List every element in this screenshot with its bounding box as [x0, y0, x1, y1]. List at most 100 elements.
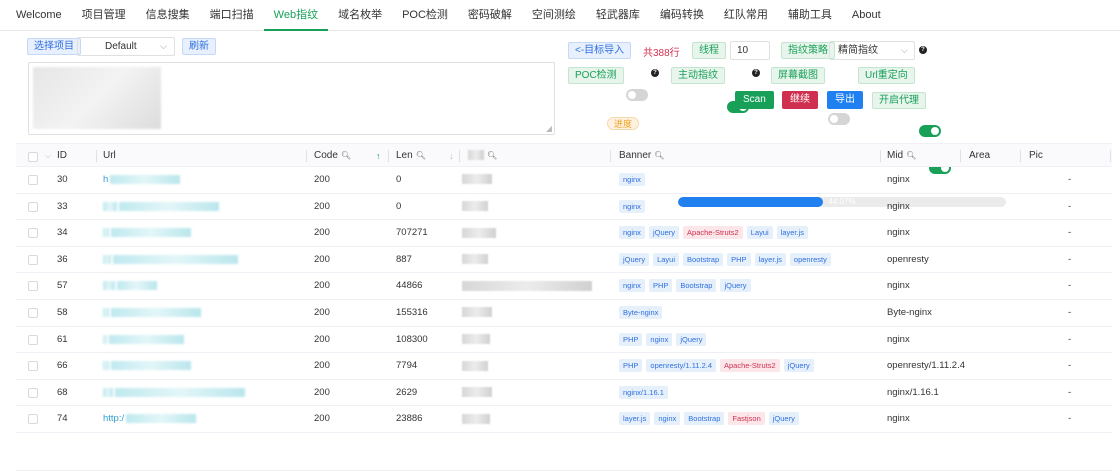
cell-url[interactable]: [103, 327, 184, 353]
row-checkbox[interactable]: [28, 387, 38, 398]
cell-len: 0: [396, 200, 402, 212]
banner-tag: layer.js: [776, 226, 809, 240]
cell-url[interactable]: [103, 273, 157, 299]
table-bottom-divider: [16, 470, 1112, 471]
cell-title-redacted: [462, 247, 488, 273]
row-checkbox[interactable]: [28, 281, 38, 292]
cell-len: 7794: [396, 360, 418, 372]
poc-toggle[interactable]: [626, 89, 648, 101]
search-icon: 🔍︎: [654, 151, 665, 160]
column-url[interactable]: Url: [103, 144, 116, 168]
results-table: ⌵ ID Url Code 🔍︎ ↑ Len 🔍︎ ↓ 🔍︎ Banner 🔍︎ Mi…: [16, 143, 1112, 433]
nav-tab-6[interactable]: POC检测: [392, 0, 458, 31]
column-pic[interactable]: Pic: [1029, 144, 1043, 168]
banner-tag: layer.js: [754, 252, 786, 266]
nav-tab-9[interactable]: 轻武器库: [586, 0, 650, 31]
column-len[interactable]: Len 🔍︎: [396, 144, 426, 168]
row-checkbox[interactable]: [28, 414, 38, 425]
row-checkbox[interactable]: [28, 307, 38, 318]
nav-tab-13[interactable]: About: [842, 0, 891, 31]
banner-tag: nginx: [619, 279, 645, 293]
nav-tab-1[interactable]: 项目管理: [72, 0, 136, 31]
table-row[interactable]: 33 200 0 nginx nginx -: [16, 194, 1112, 221]
help-icon[interactable]: ?: [651, 69, 659, 77]
nav-tab-10[interactable]: 编码转换: [650, 0, 714, 31]
table-row[interactable]: 57 200 44866 nginx PHP Bootstrap jQuery nginx -: [16, 273, 1112, 300]
banner-tag: openresty: [789, 252, 831, 266]
help-icon[interactable]: ?: [752, 69, 760, 77]
cell-mid: openresty: [887, 253, 929, 265]
help-icon[interactable]: ?: [919, 46, 927, 54]
column-id[interactable]: ID: [57, 144, 67, 168]
nav-tab-5[interactable]: 域名枚举: [328, 0, 392, 31]
nav-tab-3[interactable]: 端口扫描: [200, 0, 264, 31]
nav-tab-2[interactable]: 信息搜集: [136, 0, 200, 31]
cell-url[interactable]: [103, 380, 245, 406]
cell-id: 58: [57, 306, 68, 318]
table-row[interactable]: 34 200 707271 nginx jQuery Apache-Struts2 Layu…: [16, 220, 1112, 247]
banner-tag: jQuery: [768, 412, 799, 426]
table-row[interactable]: 74 http:/200 23886 layer.js nginx Bootstrap Fa…: [16, 406, 1112, 433]
refresh-button[interactable]: 刷新: [182, 38, 216, 55]
column-banner[interactable]: Banner 🔍︎: [619, 144, 664, 168]
banner-tag: jQuery: [720, 279, 751, 293]
nav-tab-0[interactable]: Welcome: [6, 0, 72, 31]
screenshot-toggle[interactable]: [828, 113, 850, 125]
strategy-select[interactable]: 精简指纹 ⌵: [829, 41, 915, 60]
scan-button[interactable]: Scan: [735, 91, 774, 109]
cell-url[interactable]: [103, 353, 191, 379]
url-redirect-toggle[interactable]: [919, 125, 941, 137]
row-checkbox[interactable]: [28, 361, 38, 372]
nav-tab-4[interactable]: Web指纹: [263, 0, 329, 31]
column-mid[interactable]: Mid 🔍︎: [887, 144, 916, 168]
cell-len: 2629: [396, 386, 418, 398]
cell-url[interactable]: [103, 194, 219, 220]
nav-tab-12[interactable]: 辅助工具: [778, 0, 842, 31]
cell-len: 887: [396, 253, 412, 265]
row-checkbox[interactable]: [28, 228, 38, 239]
thread-input[interactable]: 10: [730, 41, 770, 60]
target-textarea[interactable]: ◢: [28, 62, 555, 135]
select-all-checkbox[interactable]: [28, 152, 38, 162]
nav-tab-7[interactable]: 密码破解: [458, 0, 522, 31]
table-row[interactable]: 66 200 7794 PHP openresty/1.11.2.4 Apache-Str…: [16, 353, 1112, 380]
cell-code: 200: [314, 200, 330, 212]
cell-url[interactable]: [103, 300, 201, 326]
cell-id: 74: [57, 413, 68, 425]
banner-tag: openresty/1.11.2.4: [646, 359, 716, 373]
resize-handle-icon[interactable]: ◢: [546, 124, 552, 133]
cell-url[interactable]: [103, 247, 238, 273]
banner-tag: nginx: [619, 226, 645, 240]
table-row[interactable]: 36 200 887 jQuery Layui Bootstrap PHP layer.js o…: [16, 247, 1112, 274]
continue-button[interactable]: 继续: [782, 91, 818, 109]
row-checkbox[interactable]: [28, 201, 38, 212]
column-area[interactable]: Area: [969, 144, 990, 168]
column-code[interactable]: Code 🔍︎: [314, 144, 351, 168]
cell-url[interactable]: [103, 220, 191, 246]
cell-id: 61: [57, 333, 68, 345]
table-row[interactable]: 30 h 200 0 nginx nginx -: [16, 167, 1112, 194]
nav-tab-8[interactable]: 空间测绘: [522, 0, 586, 31]
export-button[interactable]: 导出: [827, 91, 863, 109]
cell-id: 57: [57, 280, 68, 292]
sort-descending-icon[interactable]: ↓: [449, 144, 454, 168]
row-checkbox[interactable]: [28, 334, 38, 345]
cell-url[interactable]: http:/: [103, 406, 197, 432]
cell-code: 200: [314, 306, 330, 318]
cell-pic: -: [1068, 227, 1072, 239]
table-row[interactable]: 68 200 2629 nginx/1.16.1 nginx/1.16.1 -: [16, 380, 1112, 407]
cell-code: 200: [314, 386, 330, 398]
project-select[interactable]: Default ⌵: [77, 37, 175, 56]
cell-url[interactable]: h: [103, 167, 181, 193]
import-targets-button[interactable]: <-目标导入: [568, 42, 632, 59]
column-title-redacted[interactable]: 🔍︎: [468, 144, 497, 168]
cell-mid: nginx: [887, 174, 910, 185]
table-row[interactable]: 61 200 108300 PHP nginx jQuery nginx -: [16, 327, 1112, 354]
cell-mid: nginx: [887, 227, 910, 239]
nav-tab-11[interactable]: 红队常用: [714, 0, 778, 31]
chevron-down-icon[interactable]: ⌵: [45, 144, 51, 168]
sort-ascending-icon[interactable]: ↑: [376, 144, 381, 168]
row-checkbox[interactable]: [28, 175, 38, 185]
table-row[interactable]: 58 200 155316 Byte-nginx Byte-nginx -: [16, 300, 1112, 327]
row-checkbox[interactable]: [28, 254, 38, 265]
